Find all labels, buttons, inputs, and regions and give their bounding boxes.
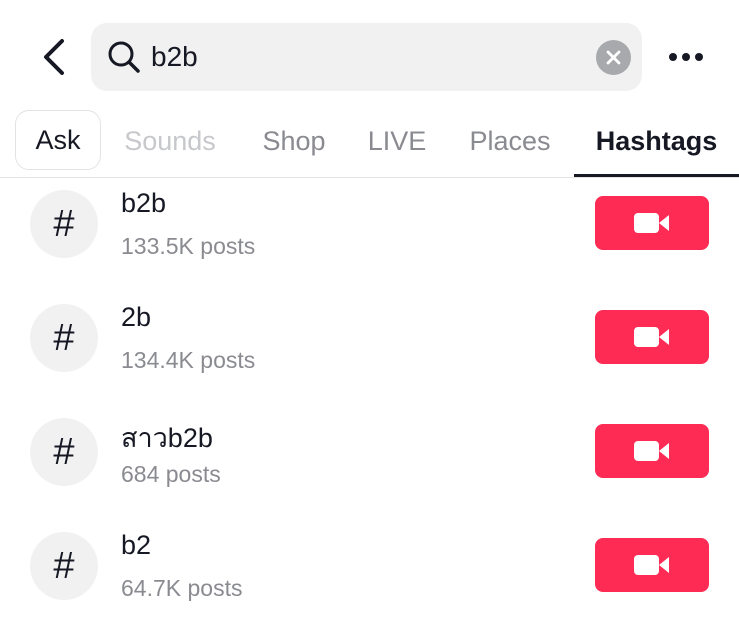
more-dot — [695, 53, 703, 61]
hashtag-post-count: 134.4K posts — [121, 347, 256, 373]
active-tab-indicator — [574, 174, 739, 177]
tab-sounds[interactable]: Sounds — [106, 108, 234, 174]
search-bar[interactable] — [91, 23, 642, 91]
more-options-button[interactable] — [662, 38, 710, 76]
search-tabs: Ask Sounds Shop LIVE Places Hashtags — [0, 108, 739, 178]
hashtag-name: สาวb2b — [121, 423, 213, 453]
hashtag-result-row[interactable]: # b2 64.7K posts — [0, 522, 739, 618]
video-camera-icon — [634, 555, 669, 575]
hashtag-icon: # — [30, 418, 98, 486]
clear-search-button[interactable] — [596, 40, 631, 75]
hashtag-search-screen: Ask Sounds Shop LIVE Places Hashtags # b… — [0, 0, 739, 618]
hashtag-result-row[interactable]: # 2b 134.4K posts — [0, 294, 739, 408]
record-with-hashtag-button[interactable] — [595, 310, 709, 364]
hashtag-post-count: 684 posts — [121, 461, 221, 487]
record-with-hashtag-button[interactable] — [595, 538, 709, 592]
video-camera-icon — [634, 213, 669, 233]
hashtag-result-row[interactable]: # b2b 133.5K posts — [0, 180, 739, 294]
chevron-left-icon — [44, 39, 64, 75]
tab-hashtags[interactable]: Hashtags — [574, 108, 739, 174]
hashtag-result-row[interactable]: # สาวb2b 684 posts — [0, 408, 739, 522]
clear-x-icon — [606, 50, 621, 65]
hashtag-name: b2b — [121, 188, 167, 218]
video-camera-icon — [634, 441, 669, 461]
hashtag-name: b2 — [121, 530, 152, 560]
search-input[interactable] — [151, 37, 571, 77]
hashtag-name: 2b — [121, 302, 152, 332]
search-icon — [108, 41, 140, 73]
video-camera-icon — [634, 327, 669, 347]
back-button[interactable] — [34, 36, 74, 78]
hashtag-post-count: 133.5K posts — [121, 233, 256, 259]
record-with-hashtag-button[interactable] — [595, 424, 709, 478]
tab-places[interactable]: Places — [455, 108, 565, 174]
hashtag-icon: # — [30, 304, 98, 372]
hashtag-post-count: 64.7K posts — [121, 575, 243, 601]
record-with-hashtag-button[interactable] — [595, 196, 709, 250]
more-dot — [682, 53, 690, 61]
hashtag-icon: # — [30, 190, 98, 258]
hashtag-icon: # — [30, 532, 98, 600]
tab-live[interactable]: LIVE — [355, 108, 439, 174]
search-header — [0, 0, 739, 110]
more-horizontal-icon — [669, 53, 677, 61]
tab-shop[interactable]: Shop — [248, 108, 340, 174]
tab-ask[interactable]: Ask — [15, 110, 101, 170]
